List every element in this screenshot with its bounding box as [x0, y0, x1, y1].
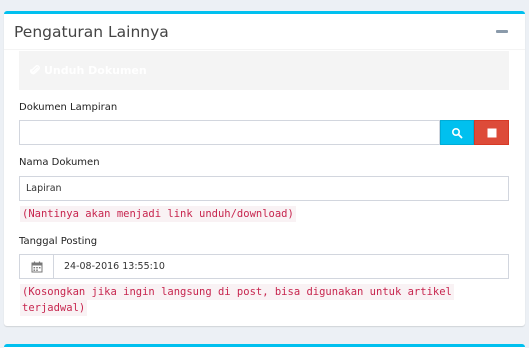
panel-header: Pengaturan Lainnya [4, 14, 525, 50]
paperclip-icon [30, 65, 40, 76]
posting-date-hint-line1: (Kosongkan jika ingin langsung di post, … [20, 284, 454, 300]
download-document-button[interactable]: Unduh Dokumen [19, 51, 509, 90]
document-name-label: Nama Dokumen [19, 157, 100, 168]
posting-date-input[interactable]: 24-08-2016 13:55:10 [53, 254, 509, 279]
document-name-input[interactable]: Lapiran [19, 176, 509, 201]
document-name-hint: (Nantinya akan menjadi link unduh/downlo… [20, 206, 296, 222]
clear-attachment-button[interactable] [474, 120, 509, 145]
download-button-label: Unduh Dokumen [44, 64, 147, 77]
panel-title: Pengaturan Lainnya [14, 23, 169, 41]
browse-button[interactable] [440, 120, 474, 145]
attachment-input[interactable] [19, 120, 440, 145]
next-panel-edge [4, 344, 525, 348]
date-picker-addon[interactable] [19, 254, 54, 279]
attachment-label: Dokumen Lampiran [19, 102, 118, 113]
posting-date-label: Tanggal Posting [19, 236, 98, 247]
minus-icon[interactable] [496, 23, 508, 37]
posting-date-hint-line2: terjadwal) [20, 300, 88, 316]
